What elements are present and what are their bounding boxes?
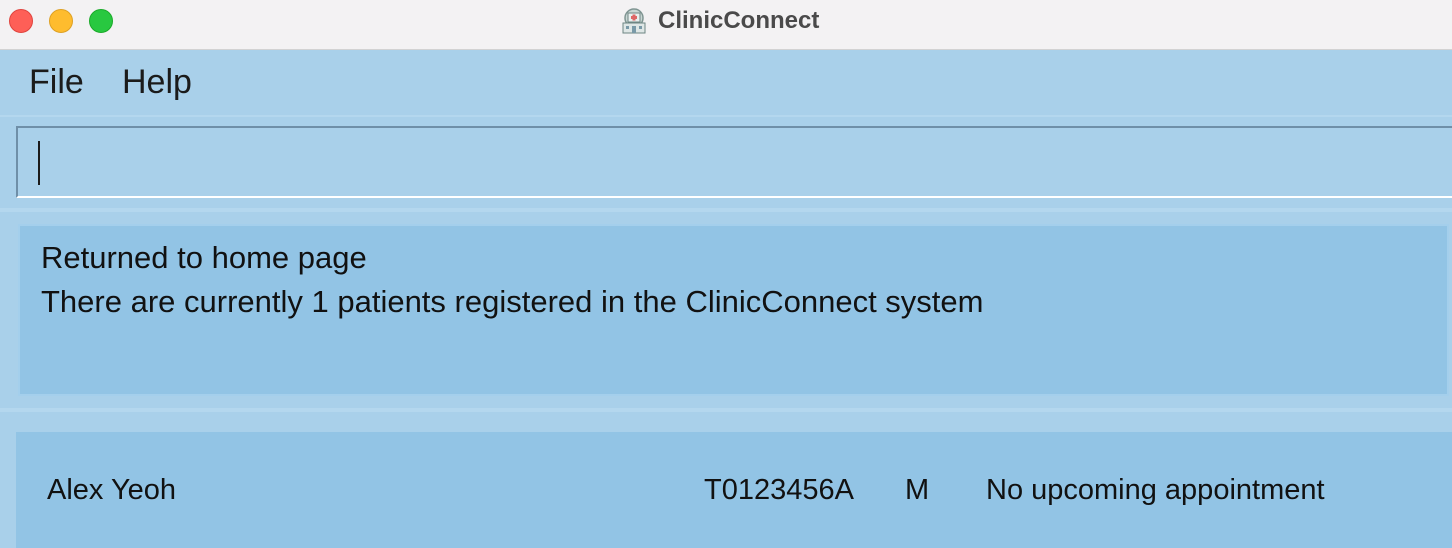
command-box[interactable]	[16, 126, 1452, 198]
minimize-window-button[interactable]	[49, 9, 73, 33]
divider	[0, 208, 1452, 212]
patient-list-item[interactable]: Alex Yeoh T0123456A M No upcoming appoin…	[16, 432, 1452, 548]
window-title-group: ClinicConnect	[620, 6, 819, 36]
patient-sex: M	[905, 474, 930, 506]
menu-help[interactable]: Help	[122, 63, 192, 102]
text-caret	[38, 141, 40, 185]
menu-bar: File Help	[0, 51, 1452, 115]
result-message-line: There are currently 1 patients registere…	[41, 284, 984, 319]
zoom-window-button[interactable]	[89, 9, 113, 33]
divider	[0, 115, 1452, 117]
patient-name: Alex Yeoh	[47, 474, 177, 506]
close-window-button[interactable]	[9, 9, 33, 33]
patient-nric: T0123456A	[704, 474, 854, 506]
command-input[interactable]	[44, 138, 1438, 188]
divider	[0, 408, 1452, 412]
patient-appointment: No upcoming appointment	[986, 474, 1325, 506]
menu-file[interactable]: File	[29, 63, 84, 102]
window-title: ClinicConnect	[658, 7, 820, 34]
result-message-line: Returned to home page	[41, 240, 367, 275]
window-titlebar: ClinicConnect	[0, 0, 1452, 50]
hospital-building-icon	[620, 7, 648, 35]
result-display: Returned to home page There are currentl…	[18, 224, 1449, 396]
